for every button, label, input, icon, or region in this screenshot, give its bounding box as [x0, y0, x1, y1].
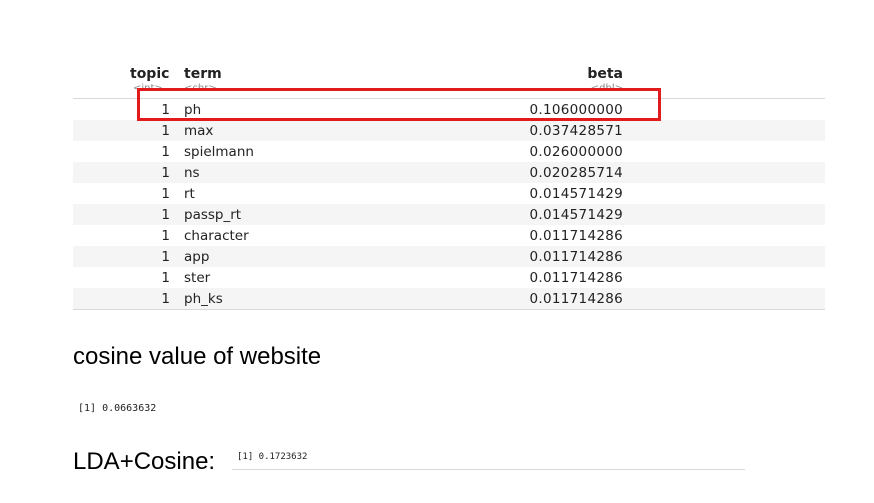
lda-cosine-output: [1] 0.1723632	[237, 452, 308, 462]
cell-topic: 1	[161, 228, 170, 244]
cell-beta: 0.011714286	[529, 270, 623, 286]
table-body: 1 ph 0.106000000 1 max 0.037428571 1 spielmann 0…	[73, 99, 825, 310]
cell-beta: 0.011714286	[529, 291, 623, 307]
cell-term: ster	[184, 270, 211, 286]
cell-term: max	[184, 123, 214, 139]
cell-beta: 0.011714286	[529, 228, 623, 244]
cell-topic: 1	[161, 123, 170, 139]
lda-cosine-label: LDA+Cosine:	[73, 448, 216, 475]
cell-topic: 1	[161, 270, 170, 286]
table-row: 1 passp_rt 0.014571429	[73, 204, 825, 225]
cell-term: character	[184, 228, 249, 244]
cell-term: passp_rt	[184, 207, 242, 223]
cell-term: rt	[184, 186, 195, 202]
cell-topic: 1	[161, 291, 170, 307]
cell-topic: 1	[161, 207, 170, 223]
cell-beta: 0.014571429	[529, 207, 623, 223]
cell-beta: 0.020285714	[529, 165, 623, 181]
table-row: 1 ns 0.020285714	[73, 162, 825, 183]
cell-topic: 1	[161, 165, 170, 181]
column-header-beta: beta	[587, 66, 623, 82]
cell-beta: 0.011714286	[529, 249, 623, 265]
cell-topic: 1	[161, 186, 170, 202]
cell-beta: 0.026000000	[529, 144, 623, 160]
table-row: 1 character 0.011714286	[73, 225, 825, 246]
cell-topic: 1	[161, 249, 170, 265]
table-row: 1 rt 0.014571429	[73, 183, 825, 204]
cell-term: ph_ks	[184, 291, 223, 307]
cell-beta: 0.014571429	[529, 186, 623, 202]
lda-output-divider	[232, 469, 745, 470]
table-row: 1 app 0.011714286	[73, 246, 825, 267]
cell-topic: 1	[161, 144, 170, 160]
table-row: 1 ph_ks 0.011714286	[73, 288, 825, 310]
cell-beta: 0.037428571	[529, 123, 623, 139]
cell-term: app	[184, 249, 210, 265]
table-row: 1 max 0.037428571	[73, 120, 825, 141]
column-header-term: term	[184, 66, 222, 82]
cell-term: spielmann	[184, 144, 254, 160]
cosine-heading: cosine value of website	[73, 343, 322, 370]
cell-term: ns	[184, 165, 200, 181]
table-row: 1 spielmann 0.026000000	[73, 141, 825, 162]
table-row: 1 ster 0.011714286	[73, 267, 825, 288]
cosine-output: [1] 0.0663632	[78, 403, 157, 414]
highlight-box	[137, 88, 661, 121]
column-header-topic: topic	[130, 66, 170, 82]
